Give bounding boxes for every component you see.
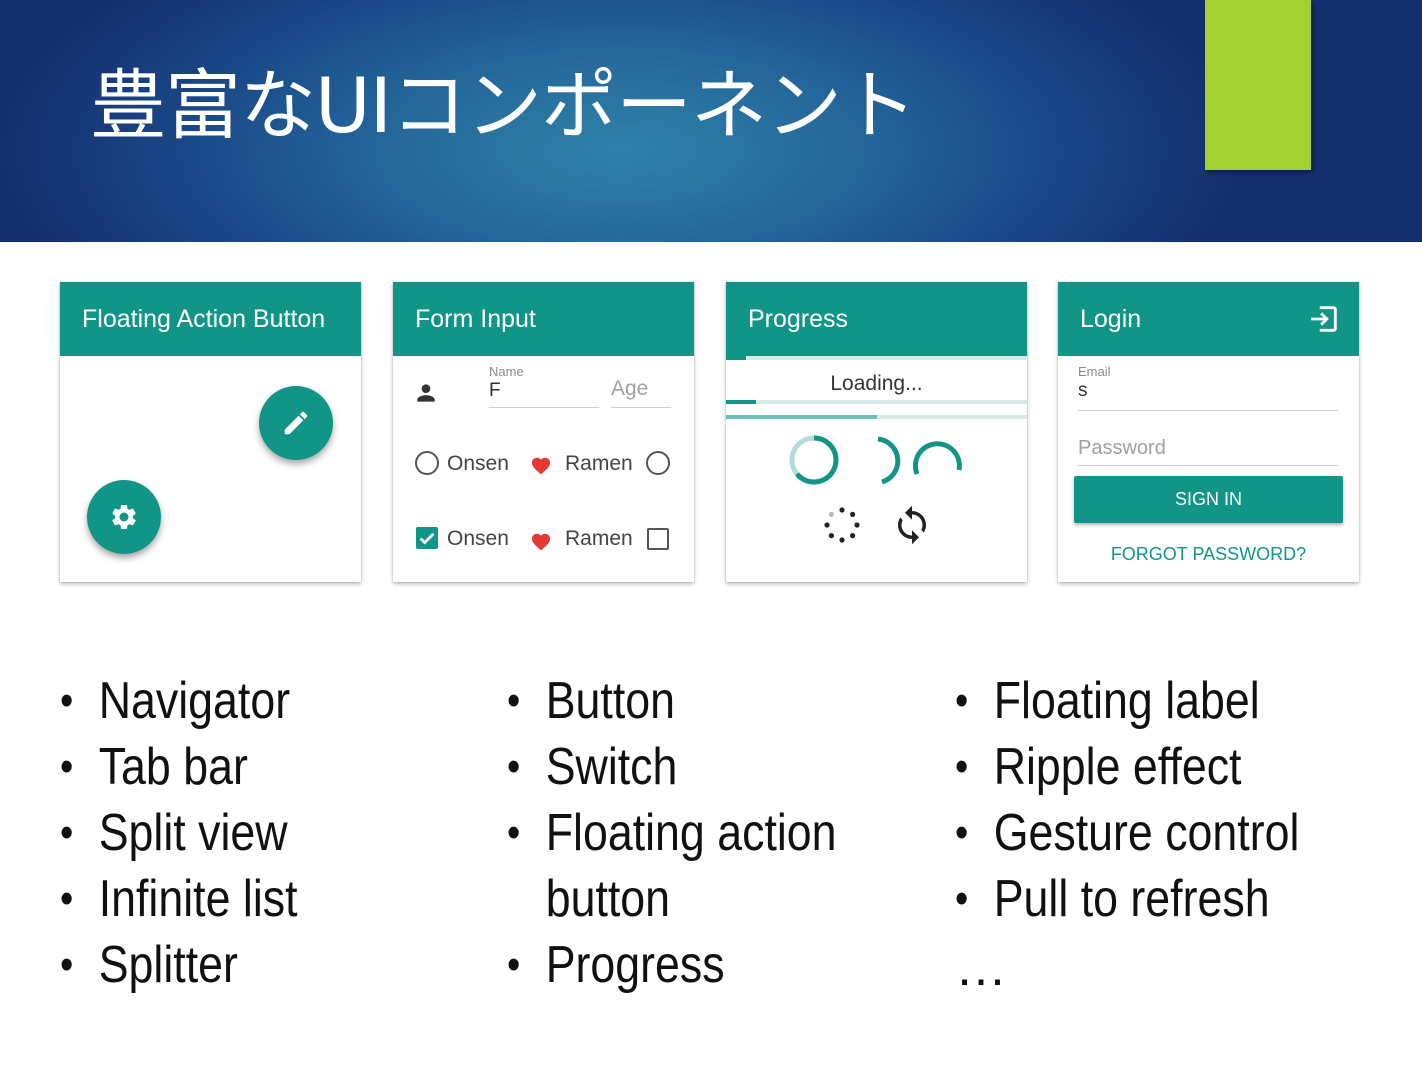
gear-icon	[112, 504, 136, 529]
slide-title: 豊富なUIコンポーネント	[90, 61, 917, 150]
radio-onsen[interactable]	[415, 451, 439, 475]
list-item: Floating label	[955, 668, 1299, 734]
dotted-spinner-icon	[824, 507, 860, 543]
email-field-label: Email	[1078, 364, 1111, 379]
spinner-arc-icon	[877, 436, 901, 485]
list-item: Pull to refresh	[955, 866, 1299, 932]
list-item: Gesture control	[955, 800, 1299, 866]
checkbox-ramen[interactable]	[647, 528, 669, 550]
accent-block	[1205, 0, 1311, 170]
more-ellipsis: …	[955, 939, 1007, 997]
progress-bar-fill	[726, 415, 877, 419]
card-form-input: Form Input Name F Age Onsen Ramen Onsen	[393, 282, 694, 582]
card-title: Floating Action Button	[60, 282, 361, 356]
list-item-continuation: button	[545, 870, 671, 928]
name-field-value: F	[489, 380, 501, 401]
card-title: Form Input	[393, 282, 694, 356]
feature-list-column-2: Button Switch Floating action button Pro…	[507, 668, 890, 998]
list-item: Floating action	[507, 800, 837, 866]
slide-header: 豊富なUIコンポーネント	[0, 0, 1422, 242]
list-item: Tab bar	[60, 734, 298, 800]
forgot-password-link[interactable]: FORGOT PASSWORD?	[1058, 544, 1359, 565]
list-item: Splitter	[60, 932, 298, 998]
checkmark-icon	[419, 532, 435, 545]
age-field-underline	[611, 407, 671, 408]
list-item: Progress	[507, 932, 837, 998]
progress-bar-fill	[726, 400, 757, 404]
heart-icon	[531, 457, 551, 475]
list-item: Infinite list	[60, 866, 298, 932]
name-field-label: Name	[489, 364, 524, 379]
refresh-icon	[898, 505, 926, 545]
list-item: Navigator	[60, 668, 298, 734]
person-icon	[417, 384, 435, 402]
heart-icon	[531, 533, 551, 551]
radio-ramen[interactable]	[646, 451, 670, 475]
feature-list-column-3: Floating label Ripple effect Gesture con…	[955, 668, 1356, 932]
feature-list-column-1: Navigator Tab bar Split view Infinite li…	[60, 668, 336, 998]
progress-bar-fill	[726, 356, 746, 360]
checkbox-onsen-checked[interactable]	[416, 527, 438, 549]
password-field-placeholder: Password	[1078, 437, 1166, 459]
sign-in-icon[interactable]	[1307, 302, 1341, 336]
pencil-icon	[284, 411, 308, 435]
name-field-underline	[489, 407, 599, 408]
settings-fab-button[interactable]	[87, 480, 161, 554]
spinner-arc-icon	[912, 441, 962, 475]
option-label-ramen: Ramen	[565, 527, 633, 550]
card-title: Progress	[726, 282, 1027, 356]
circular-progress-icon	[789, 435, 839, 485]
email-field-underline	[1078, 410, 1338, 411]
list-item: Ripple effect	[955, 734, 1299, 800]
email-field-value: s	[1078, 380, 1088, 401]
list-item: Button	[507, 668, 837, 734]
card-floating-action-button: Floating Action Button	[60, 282, 361, 582]
list-item: Split view	[60, 800, 298, 866]
progress-bar	[726, 400, 1027, 404]
card-progress: Progress Loading...	[726, 282, 1027, 582]
sign-in-button[interactable]: SIGN IN	[1074, 476, 1343, 523]
password-field-underline	[1078, 465, 1338, 466]
edit-fab-button[interactable]	[259, 386, 333, 460]
progress-bar	[726, 415, 1027, 419]
indeterminate-progress-bar	[726, 356, 1027, 360]
loading-text: Loading...	[830, 372, 923, 395]
card-login: Login Email s Password SIGN IN FORGOT PA…	[1058, 282, 1359, 582]
age-field-placeholder: Age	[611, 377, 649, 400]
option-label-ramen: Ramen	[565, 452, 633, 475]
option-label-onsen: Onsen	[447, 527, 509, 550]
list-item: Switch	[507, 734, 837, 800]
option-label-onsen: Onsen	[447, 452, 509, 475]
